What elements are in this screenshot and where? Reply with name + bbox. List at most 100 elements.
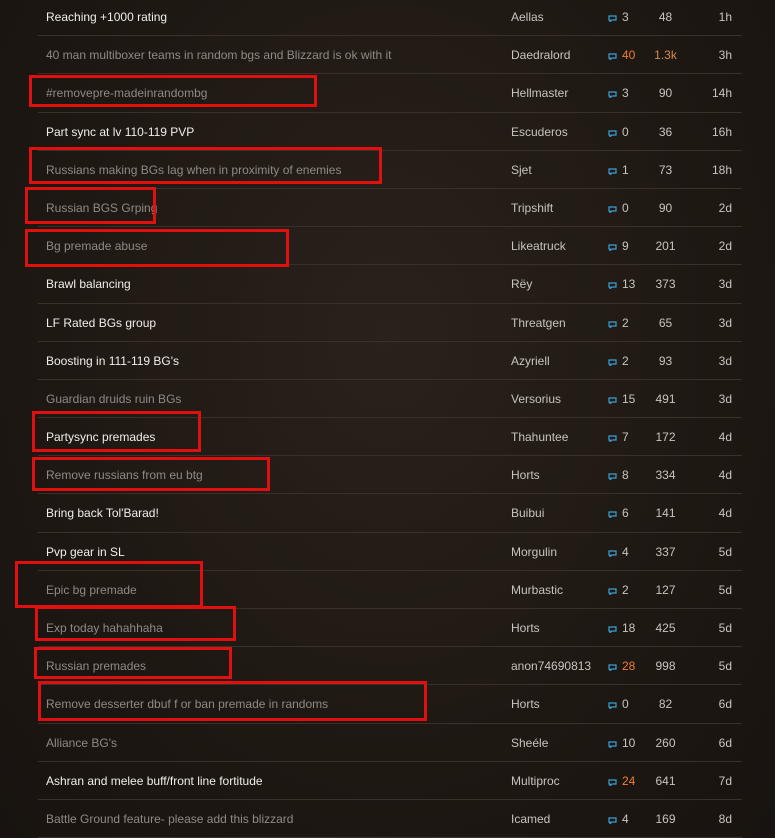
activity-age[interactable]: 1h xyxy=(719,0,732,36)
topic-row[interactable]: Boosting in 111-119 BG's Azyriell 2 93 3d xyxy=(38,342,742,380)
topic-row[interactable]: Ashran and melee buff/front line fortitu… xyxy=(38,762,742,800)
topic-author[interactable]: Hellmaster xyxy=(511,74,568,112)
topic-title-link[interactable]: LF Rated BGs group xyxy=(46,304,156,342)
topic-title-link[interactable]: Partysync premades xyxy=(46,418,155,456)
topic-row[interactable]: 40 man multiboxer teams in random bgs an… xyxy=(38,36,742,75)
activity-age[interactable]: 2d xyxy=(719,189,732,227)
topic-title-link[interactable]: Exp today hahahhaha xyxy=(46,609,163,647)
topic-row[interactable]: Brawl balancing Rëy 13 373 3d xyxy=(38,265,742,304)
topic-author[interactable]: Icamed xyxy=(511,800,550,838)
reply-count: 0 xyxy=(608,685,629,723)
topic-author[interactable]: Buibui xyxy=(511,494,544,532)
topic-title-link[interactable]: Russian premades xyxy=(46,647,146,685)
topic-title-link[interactable]: Russian BGS Grping xyxy=(46,189,157,227)
activity-age[interactable]: 3d xyxy=(719,380,732,418)
activity-age[interactable]: 5d xyxy=(719,647,732,685)
reply-count-value: 7 xyxy=(622,430,629,445)
topic-title-link[interactable]: Russians making BGs lag when in proximit… xyxy=(46,151,341,189)
topic-author[interactable]: Daedralord xyxy=(511,36,570,74)
activity-age[interactable]: 3d xyxy=(719,304,732,342)
activity-age[interactable]: 3d xyxy=(719,265,732,303)
topic-row[interactable]: Epic bg premade Murbastic 2 127 5d xyxy=(38,571,742,609)
activity-age[interactable]: 3h xyxy=(719,36,732,74)
view-count: 127 xyxy=(655,582,676,597)
topic-row[interactable]: Bg premade abuse Likeatruck 9 201 2d xyxy=(38,227,742,266)
activity-age[interactable]: 6d xyxy=(719,724,732,762)
topic-author[interactable]: Thahuntee xyxy=(511,418,568,456)
topic-title-link[interactable]: Ashran and melee buff/front line fortitu… xyxy=(46,762,263,800)
topic-title-link[interactable]: Pvp gear in SL xyxy=(46,533,125,571)
activity-age[interactable]: 5d xyxy=(719,533,732,571)
topic-row[interactable]: Pvp gear in SL Morgulin 4 337 5d xyxy=(38,533,742,571)
topic-title-link[interactable]: Bring back Tol'Barad! xyxy=(46,494,159,532)
view-count: 90 xyxy=(658,200,673,215)
topic-row[interactable]: Remove russians from eu btg Horts 8 334 4d xyxy=(38,456,742,495)
topic-row[interactable]: Russian premades anon74690813 28 998 5d xyxy=(38,647,742,686)
topic-row[interactable]: Remove desserter dbuf f or ban premade i… xyxy=(38,685,742,724)
activity-age[interactable]: 4d xyxy=(719,494,732,532)
topic-author[interactable]: Sheéle xyxy=(511,724,548,762)
topic-title-link[interactable]: Reaching +1000 rating xyxy=(46,0,167,36)
topic-row[interactable]: Exp today hahahhaha Horts 18 425 5d xyxy=(38,609,742,648)
topic-author[interactable]: Murbastic xyxy=(511,571,563,609)
topic-row[interactable]: Part sync at lv 110-119 PVP Escuderos 0 36 1… xyxy=(38,113,742,151)
reply-count-value: 2 xyxy=(622,315,629,330)
activity-age[interactable]: 4d xyxy=(719,456,732,494)
topic-title-link[interactable]: Guardian druids ruin BGs xyxy=(46,380,181,418)
activity-age[interactable]: 8d xyxy=(719,800,732,838)
topic-author[interactable]: Likeatruck xyxy=(511,227,566,265)
topic-row[interactable]: Guardian druids ruin BGs Versorius 15 491 3d xyxy=(38,380,742,419)
topic-title-link[interactable]: 40 man multiboxer teams in random bgs an… xyxy=(46,36,392,74)
activity-age[interactable]: 14h xyxy=(712,74,732,112)
topic-author[interactable]: Threatgen xyxy=(511,304,566,342)
activity-age[interactable]: 16h xyxy=(712,113,732,151)
topic-row[interactable]: #removepre-madeinrandombg Hellmaster 3 90 14… xyxy=(38,74,742,113)
topic-title-link[interactable]: Boosting in 111-119 BG's xyxy=(46,342,179,380)
topic-author[interactable]: Azyriell xyxy=(511,342,550,380)
topic-title-link[interactable]: Remove russians from eu btg xyxy=(46,456,203,494)
topic-author[interactable]: Morgulin xyxy=(511,533,557,571)
topic-author[interactable]: Horts xyxy=(511,456,540,494)
topic-title-link[interactable]: Part sync at lv 110-119 PVP xyxy=(46,113,194,151)
comment-bubble-icon xyxy=(608,53,617,61)
topic-title-link[interactable]: Epic bg premade xyxy=(46,571,137,609)
topic-author[interactable]: Escuderos xyxy=(511,113,568,151)
topic-author[interactable]: Sjet xyxy=(511,151,532,189)
topic-row[interactable]: LF Rated BGs group Threatgen 2 65 3d xyxy=(38,304,742,342)
topic-row[interactable]: Battle Ground feature- please add this b… xyxy=(38,800,742,838)
topic-title-link[interactable]: Alliance BG's xyxy=(46,724,117,762)
comment-bubble-icon xyxy=(608,15,617,22)
topic-title-link[interactable]: #removepre-madeinrandombg xyxy=(46,74,207,112)
activity-age[interactable]: 5d xyxy=(719,571,732,609)
topic-row[interactable]: Bring back Tol'Barad! Buibui 6 141 4d xyxy=(38,494,742,533)
activity-age[interactable]: 2d xyxy=(719,227,732,265)
topic-author[interactable]: Versorius xyxy=(511,380,561,418)
activity-age[interactable]: 3d xyxy=(719,342,732,380)
topic-author[interactable]: Multiproc xyxy=(511,762,560,800)
topic-row[interactable]: Russians making BGs lag when in proximit… xyxy=(38,151,742,189)
view-count: 65 xyxy=(658,315,673,330)
topic-title-link[interactable]: Remove desserter dbuf f or ban premade i… xyxy=(46,685,328,723)
topic-row[interactable]: Reaching +1000 rating Aellas 3 48 1h xyxy=(38,0,742,37)
topic-row[interactable]: Alliance BG's Sheéle 10 260 6d xyxy=(38,724,742,762)
topic-title-link[interactable]: Bg premade abuse xyxy=(46,227,147,265)
topic-author[interactable]: Tripshift xyxy=(511,189,553,227)
activity-age[interactable]: 4d xyxy=(719,418,732,456)
topic-author[interactable]: Aellas xyxy=(511,0,544,36)
view-count: 373 xyxy=(655,277,676,292)
topic-author[interactable]: Rëy xyxy=(511,265,532,303)
activity-age[interactable]: 18h xyxy=(712,151,732,189)
topic-row[interactable]: Partysync premades Thahuntee 7 172 4d xyxy=(38,418,742,457)
reply-count: 7 xyxy=(608,418,629,456)
activity-age[interactable]: 5d xyxy=(719,609,732,647)
topic-author[interactable]: Horts xyxy=(511,609,540,647)
topic-author[interactable]: Horts xyxy=(511,685,540,723)
reply-count-value: 10 xyxy=(622,735,636,750)
topic-row[interactable]: Russian BGS Grping Tripshift 0 90 2d xyxy=(38,189,742,228)
activity-age[interactable]: 6d xyxy=(719,685,732,723)
reply-count-value: 24 xyxy=(622,773,636,788)
topic-author[interactable]: anon74690813 xyxy=(511,647,591,685)
topic-title-link[interactable]: Battle Ground feature- please add this b… xyxy=(46,800,293,838)
topic-title-link[interactable]: Brawl balancing xyxy=(46,265,131,303)
activity-age[interactable]: 7d xyxy=(719,762,732,800)
